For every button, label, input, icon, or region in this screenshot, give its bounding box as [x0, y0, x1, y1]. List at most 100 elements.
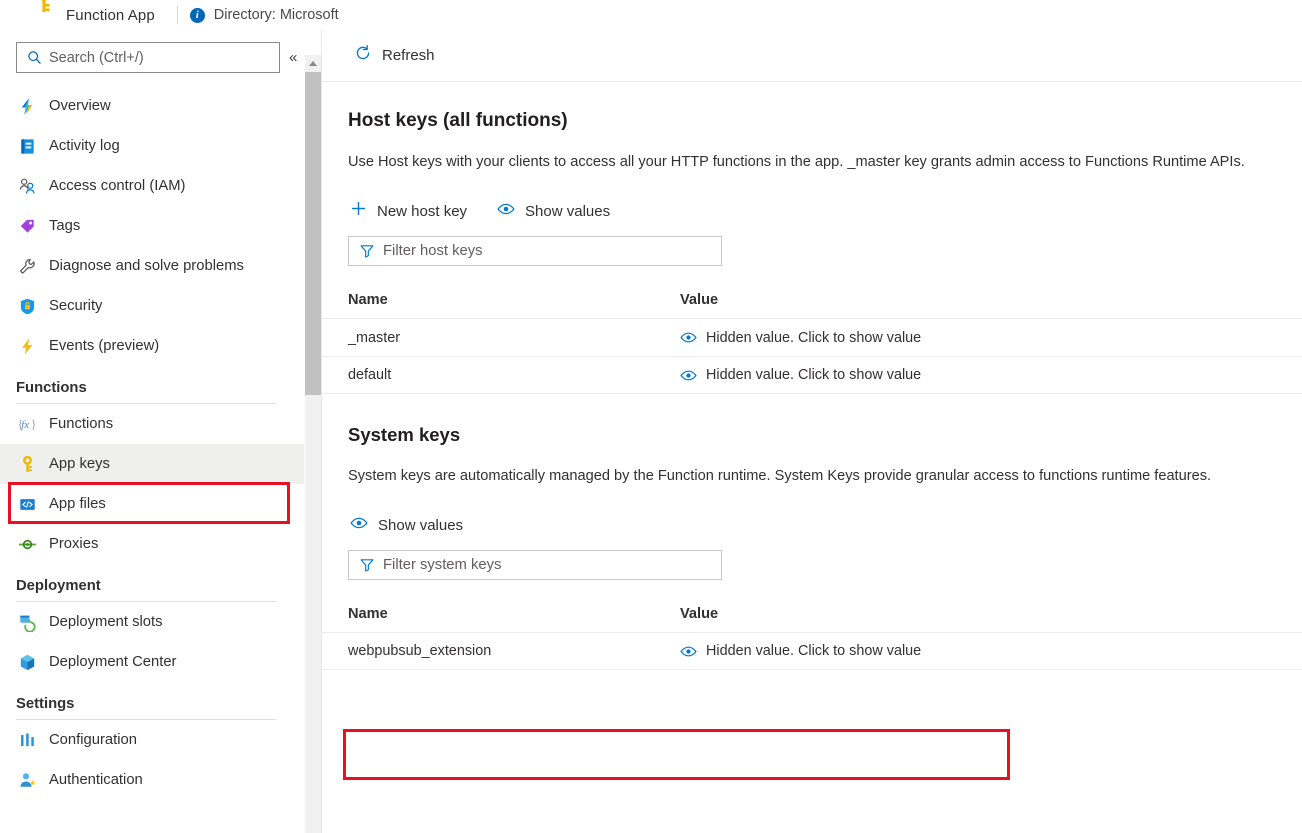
- sidebar-section-deployment: Deployment: [0, 564, 304, 602]
- sidebar-item-events-preview[interactable]: Events (preview): [0, 326, 304, 366]
- page-title: Function App: [66, 7, 155, 24]
- sidebar-item-deployment-slots[interactable]: Deployment slots: [0, 602, 304, 642]
- table-row[interactable]: _master Hidden value. Click to show valu…: [322, 318, 1302, 356]
- sidebar-item-configuration[interactable]: Configuration: [0, 720, 304, 760]
- table-row[interactable]: default Hidden value. Click to show valu…: [322, 356, 1302, 394]
- access-control-icon: [16, 176, 38, 196]
- header-divider: [177, 6, 178, 24]
- refresh-button[interactable]: Refresh: [348, 40, 441, 72]
- sidebar-section-functions: Functions: [0, 366, 304, 404]
- column-header-name: Name: [348, 292, 680, 308]
- hidden-value-label: Hidden value. Click to show value: [706, 367, 921, 383]
- configuration-icon: [16, 730, 38, 750]
- system-keys-filter-box[interactable]: [348, 550, 722, 580]
- sidebar-item-app-files[interactable]: App files: [0, 484, 304, 524]
- column-header-value: Value: [680, 606, 718, 622]
- command-bar: Refresh: [322, 30, 1302, 82]
- scroll-up-arrow-icon[interactable]: [305, 55, 321, 72]
- code-file-icon: [16, 494, 38, 514]
- key-value-cell[interactable]: Hidden value. Click to show value: [680, 330, 921, 346]
- new-host-key-label: New host key: [377, 203, 467, 220]
- sidebar-item-label: Activity log: [49, 138, 120, 154]
- host-keys-filter-input[interactable]: [383, 243, 683, 259]
- eye-icon: [680, 645, 697, 658]
- sidebar-item-deployment-center[interactable]: Deployment Center: [0, 642, 304, 682]
- sidebar-scrollbar[interactable]: [305, 55, 321, 833]
- azure-portal-app-keys-page: Function App i Directory: Microsoft «: [0, 0, 1302, 833]
- sidebar-item-overview[interactable]: Overview: [0, 86, 304, 126]
- new-host-key-button[interactable]: New host key: [342, 195, 475, 227]
- scrollbar-thumb[interactable]: [305, 72, 321, 395]
- host-keys-heading: Host keys (all functions): [348, 110, 1276, 132]
- sidebar-item-security[interactable]: Security: [0, 286, 304, 326]
- system-keys-table-header: Name Value: [348, 606, 1302, 632]
- eye-icon: [350, 516, 368, 535]
- fx-icon: { fx }: [16, 414, 38, 434]
- directory-label: Directory: Microsoft: [214, 7, 339, 23]
- sidebar-item-diagnose-and-solve-problems[interactable]: Diagnose and solve problems: [0, 246, 304, 286]
- sidebar-item-label: Overview: [49, 98, 111, 114]
- eye-icon: [497, 202, 515, 221]
- column-header-value: Value: [680, 292, 718, 308]
- key-name: default: [348, 367, 680, 383]
- filter-icon: [359, 557, 375, 573]
- sidebar-item-label: Deployment Center: [49, 654, 176, 670]
- sidebar-item-activity-log[interactable]: Activity log: [0, 126, 304, 166]
- events-icon: [16, 336, 38, 356]
- sidebar-item-label: Proxies: [49, 536, 98, 552]
- sidebar-item-app-keys[interactable]: App keys: [0, 444, 304, 484]
- section-title: Deployment: [16, 578, 304, 594]
- refresh-icon: [354, 44, 372, 67]
- sidebar-search-row: «: [0, 30, 304, 73]
- page-header: Function App i Directory: Microsoft: [0, 0, 1302, 30]
- svg-text:}: }: [31, 417, 37, 431]
- refresh-label: Refresh: [382, 47, 435, 64]
- sidebar-item-label: Configuration: [49, 732, 137, 748]
- sidebar-item-functions[interactable]: { fx } Functions: [0, 404, 304, 444]
- system-keys-table: Name Value webpubsub_extension Hidden va…: [322, 606, 1302, 670]
- sidebar-item-label: Functions: [49, 416, 113, 432]
- eye-icon: [680, 331, 697, 344]
- proxies-icon: [16, 534, 38, 554]
- system-keys-filter-input[interactable]: [383, 557, 683, 573]
- sidebar-item-authentication[interactable]: Authentication: [0, 760, 304, 800]
- key-name: _master: [348, 330, 680, 346]
- search-input[interactable]: [49, 50, 259, 66]
- sidebar-item-label: Authentication: [49, 772, 143, 788]
- sidebar-item-tags[interactable]: Tags: [0, 206, 304, 246]
- deployment-slots-icon: [16, 612, 38, 632]
- keys-panel: Host keys (all functions) Use Host keys …: [322, 110, 1302, 670]
- resource-type-icon: [34, 0, 54, 30]
- system-keys-show-values-button[interactable]: Show values: [342, 509, 471, 541]
- key-value-cell[interactable]: Hidden value. Click to show value: [680, 643, 921, 659]
- sidebar-item-access-control[interactable]: Access control (IAM): [0, 166, 304, 206]
- hidden-value-label: Hidden value. Click to show value: [706, 643, 921, 659]
- sidebar-item-label: Events (preview): [49, 338, 159, 354]
- sidebar-item-label: App keys: [49, 456, 110, 472]
- sidebar-item-proxies[interactable]: Proxies: [0, 524, 304, 564]
- overview-icon: [16, 96, 38, 116]
- host-keys-filter-box[interactable]: [348, 236, 722, 266]
- plus-icon: [350, 200, 367, 222]
- filter-icon: [359, 243, 375, 259]
- section-title: Functions: [16, 380, 304, 396]
- tags-icon: [16, 216, 38, 236]
- table-row[interactable]: webpubsub_extension Hidden value. Click …: [322, 632, 1302, 670]
- host-keys-toolbar: New host key Show values: [342, 195, 1276, 227]
- hidden-value-label: Hidden value. Click to show value: [706, 330, 921, 346]
- eye-icon: [680, 369, 697, 382]
- sidebar-item-label: Security: [49, 298, 102, 314]
- section-title: Settings: [16, 696, 304, 712]
- collapse-sidebar-button[interactable]: «: [289, 50, 297, 65]
- authentication-icon: [16, 770, 38, 790]
- host-keys-show-values-label: Show values: [525, 203, 610, 220]
- search-box[interactable]: [16, 42, 280, 73]
- key-name: webpubsub_extension: [348, 643, 680, 659]
- main-content-pane: Refresh Host keys (all functions) Use Ho…: [322, 30, 1302, 833]
- activity-log-icon: [16, 136, 38, 156]
- key-value-cell[interactable]: Hidden value. Click to show value: [680, 367, 921, 383]
- host-keys-show-values-button[interactable]: Show values: [489, 195, 618, 227]
- sidebar-item-label: App files: [49, 496, 106, 512]
- system-keys-description: System keys are automatically managed by…: [348, 465, 1276, 487]
- search-icon: [27, 50, 42, 65]
